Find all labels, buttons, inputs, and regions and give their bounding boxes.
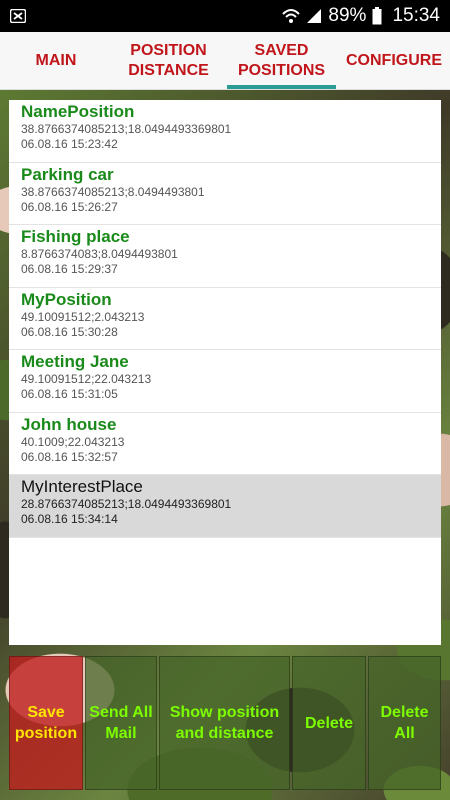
tab-saved-positions-label: SAVED POSITIONS [238,41,325,81]
tab-position-distance[interactable]: POSITION DISTANCE [112,32,225,89]
delete-button[interactable]: Delete [292,656,366,790]
tab-saved-positions-line2: POSITIONS [237,61,326,79]
position-coords: 49.10091512;22.043213 [21,372,152,386]
clock: 15:34 [392,5,440,26]
position-date: 06.08.16 15:26:27 [21,199,118,214]
list-item[interactable]: Meeting Jane 49.10091512;22.043213 06.08… [9,350,441,413]
list-item[interactable]: MyPosition 49.10091512;2.043213 06.08.16… [9,288,441,350]
status-bar: 89% 15:34 [0,0,450,32]
wifi-icon [282,8,301,24]
position-name: Parking car [21,164,114,184]
show-position-distance-button[interactable]: Show position and distance [159,656,290,790]
list-item[interactable]: John house 40.1009;22.043213 06.08.16 15… [9,413,441,475]
save-position-label: Save position [15,702,77,744]
position-name: Fishing place [21,227,130,246]
tab-main[interactable]: MAIN [0,32,112,89]
position-coords: 38.8766374085213;18.0494493369801 [21,122,232,136]
list-item[interactable]: Fishing place 8.8766374083;8.0494493801 … [9,225,441,288]
show-position-distance-line1: Show position [169,704,280,721]
position-coords: 49.10091512;2.043213 [21,309,145,324]
save-position-line2: position [14,725,78,742]
send-all-mail-label: Send All Mail [89,702,152,744]
position-coords: 38.8766374085213;8.0494493801 [21,184,205,199]
list-item[interactable]: NamePosition 38.8766374085213;18.0494493… [9,100,441,163]
delete-all-label: Delete All [380,702,428,744]
tab-configure[interactable]: CONFIGURE [338,32,450,89]
position-name: NamePosition [21,102,135,121]
send-all-mail-line2: Mail [105,725,137,742]
tab-main-label: MAIN [35,51,77,69]
show-position-distance-label: Show position and distance [170,702,279,744]
tab-position-distance-label: POSITION DISTANCE [128,41,209,81]
save-position-line1: Save [27,704,65,721]
list-item-selected[interactable]: MyInterestPlace 28.8766374085213;18.0494… [9,475,441,538]
send-all-mail-button[interactable]: Send All Mail [85,656,157,790]
delete-label: Delete [304,714,354,732]
position-coords: 8.8766374083;8.0494493801 [21,247,178,261]
position-date: 06.08.16 15:34:14 [21,512,118,526]
tab-configure-label: CONFIGURE [346,51,442,69]
signal-icon [306,8,322,24]
notification-icon [10,9,26,23]
saved-positions-list[interactable]: NamePosition 38.8766374085213;18.0494493… [9,100,441,645]
position-date: 06.08.16 15:32:57 [21,449,118,464]
tab-saved-positions[interactable]: SAVED POSITIONS [225,32,338,89]
position-name: Meeting Jane [21,352,129,371]
position-date: 06.08.16 15:23:42 [21,137,118,151]
action-button-bar: Save position Send All Mail Show positio… [9,656,443,790]
position-date: 06.08.16 15:30:28 [21,324,118,339]
tab-saved-positions-line1: SAVED [254,41,309,59]
position-date: 06.08.16 15:29:37 [21,262,118,276]
show-position-distance-line2: and distance [175,725,274,742]
battery-icon [372,7,382,25]
position-coords: 28.8766374085213;18.0494493369801 [21,497,232,511]
position-date: 06.08.16 15:31:05 [21,387,118,401]
battery-percent: 89% [328,5,367,26]
tab-bar: MAIN POSITION DISTANCE SAVED POSITIONS C… [0,32,450,90]
position-name: MyPosition [21,289,112,309]
list-item[interactable]: Parking car 38.8766374085213;8.049449380… [9,163,441,225]
delete-all-button[interactable]: Delete All [368,656,441,790]
position-name: MyInterestPlace [21,477,143,496]
tab-position-distance-line1: POSITION [130,41,207,59]
save-position-button[interactable]: Save position [9,656,83,790]
position-name: John house [21,414,117,434]
tab-position-distance-line2: DISTANCE [128,61,209,79]
delete-all-line2: All [394,725,415,742]
send-all-mail-line1: Send All [89,704,153,721]
position-coords: 40.1009;22.043213 [21,434,125,449]
delete-all-line1: Delete [380,704,429,721]
